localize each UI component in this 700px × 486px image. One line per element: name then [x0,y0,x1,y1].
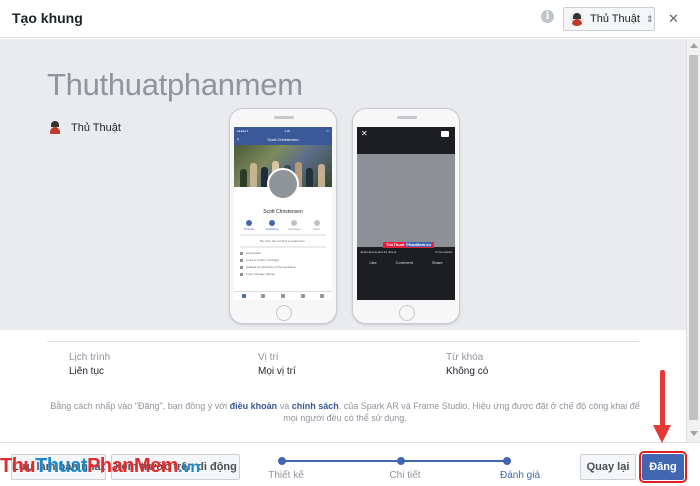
frame-name: Thuthuatphanmem [47,67,303,102]
progress-line [280,460,507,462]
account-selector[interactable]: Thủ Thuật ⇕ [563,7,655,31]
photo-phone-mockup: ✕ ThuThuat PhanMem.vn Justin Evans and 12… [352,108,460,324]
avatar [570,12,584,26]
comments-count: 3 Comments [434,250,452,254]
following-action: Following [266,220,279,231]
battery-icon: ▭ [326,129,329,133]
chevron-up-down-icon: ⇕ [645,13,654,24]
phone-home-button [399,305,415,321]
phone-home-button [276,305,292,321]
like-action: Like [369,260,377,265]
frame-overlay-part1: ThuThuat [385,242,406,247]
profile-name: Scott Christensen [263,209,303,215]
step-dot [278,457,286,465]
legal-text: Bằng cách nhấp vào "Đăng", bạn đồng ý vớ… [50,401,230,411]
photo-meta: Justin Evans and 12 others 3 Comments [360,250,452,254]
menu-icon [320,294,325,298]
back-icon: ‹ [237,137,239,143]
watermark: ThuThuatPhanMem.vn [0,455,200,478]
frame-owner: Thủ Thuật [48,120,121,136]
close-icon: ✕ [361,129,368,138]
friends-action: Friends [243,220,255,231]
owner-name: Thủ Thuật [71,122,121,134]
step-dot [397,457,405,465]
profile-nav: ‹ Scott Christensen [234,135,332,145]
frame-overlay: ThuThuat PhanMem.vn [383,242,434,248]
marketplace-icon [280,294,285,298]
location-label: Vị trí [258,352,279,363]
arrow-shaft [660,370,665,428]
keywords-value: Không có [446,366,489,377]
legal-text: và [277,401,292,411]
reactions-count: Justin Evans and 12 others [360,250,397,254]
schedule-value: Liên tục [69,366,105,377]
share-action: Share [431,260,443,265]
legal-notice: Bằng cách nhấp vào "Đăng", bạn đồng ý vớ… [50,400,640,424]
divider [240,234,326,236]
signal-icon: ●●●●● ▾ [237,129,249,133]
profile-detail-row: Lives in Lisbon, Portugal [240,258,326,262]
profile-photo-large: ThuThuat PhanMem.vn [357,154,455,248]
info-icon[interactable]: i [541,10,554,23]
avatar [48,120,64,136]
phone-speaker [397,116,417,119]
watermark-part: PhanMem [87,455,179,477]
policy-link[interactable]: chính sách [292,401,339,411]
arrow-head [653,425,671,443]
location-field: Vị trí Mọi vị trí [258,352,296,377]
video-icon [261,294,266,298]
status-time: 1:20 [284,129,291,133]
comment-action: Comment [395,260,413,265]
scroll-down-icon[interactable] [690,431,698,436]
tag-icon [441,131,449,137]
profile-screen: ●●●●● ▾ 1:20 ▭ ‹ Scott Christensen Scott… [234,127,332,300]
back-button[interactable]: Quay lại [580,454,636,480]
terms-link[interactable]: điều khoản [230,401,278,411]
dialog-content: Thuthuatphanmem Thủ Thuật ●●●●● ▾ 1:20 ▭… [0,39,686,442]
location-value: Mọi vị trí [258,366,296,377]
dialog-title: Tạo khung [12,10,83,26]
step-design[interactable]: Thiết kế [268,470,304,481]
profile-detail-row: From Chicago, Illinois [240,272,326,276]
scrollbar-thumb[interactable] [689,55,698,420]
profile-picture [267,168,299,200]
watermark-part: Thuat [35,455,88,477]
schedule-label: Lịch trình [69,352,111,363]
close-icon[interactable]: ✕ [668,11,679,27]
keywords-label: Từ khóa [446,352,484,363]
more-action: More [311,220,323,231]
message-action: Message [288,220,300,231]
profile-actions: Friends Following Message More [234,220,332,231]
phone-speaker [274,116,294,119]
publish-button[interactable]: Đăng [639,451,687,483]
step-dot [503,457,511,465]
divider [240,246,326,248]
keywords-field: Từ khóa Không có [446,352,488,377]
watermark-part: Thu [0,455,36,477]
frame-preview: Thuthuatphanmem Thủ Thuật ●●●●● ▾ 1:20 ▭… [0,39,686,330]
profile-detail-row: Accountant [240,251,326,255]
bell-icon [300,294,305,298]
profile-phone-mockup: ●●●●● ▾ 1:20 ▭ ‹ Scott Christensen Scott… [229,108,337,324]
schedule-field: Lịch trình Liên tục [69,352,110,377]
account-name: Thủ Thuật [590,13,640,25]
arrow-down-icon [653,370,671,448]
step-review[interactable]: Đánh giá [500,470,540,481]
home-icon [241,294,246,298]
photo-toolbar: ✕ [357,127,455,141]
step-details[interactable]: Chi tiết [389,470,420,481]
scroll-up-icon[interactable] [690,43,698,48]
scrollbar[interactable] [686,39,700,442]
photo-screen: ✕ ThuThuat PhanMem.vn Justin Evans and 12… [357,127,455,300]
divider [47,341,639,342]
profile-nav-title: Scott Christensen [267,137,299,142]
photo-actions: Like Comment Share [360,260,452,265]
dialog-header: Tạo khung i Thủ Thuật ⇕ ✕ [0,0,700,38]
status-bar: ●●●●● ▾ 1:20 ▭ [234,127,332,135]
frame-overlay-part2: PhanMem.vn [405,242,432,247]
profile-tab-bar [234,291,332,300]
profile-bio: Be nice, the world is a small town. [260,239,306,243]
profile-detail-row: Studied at University of Pennsylvania [240,265,326,269]
watermark-part: .vn [178,459,200,476]
